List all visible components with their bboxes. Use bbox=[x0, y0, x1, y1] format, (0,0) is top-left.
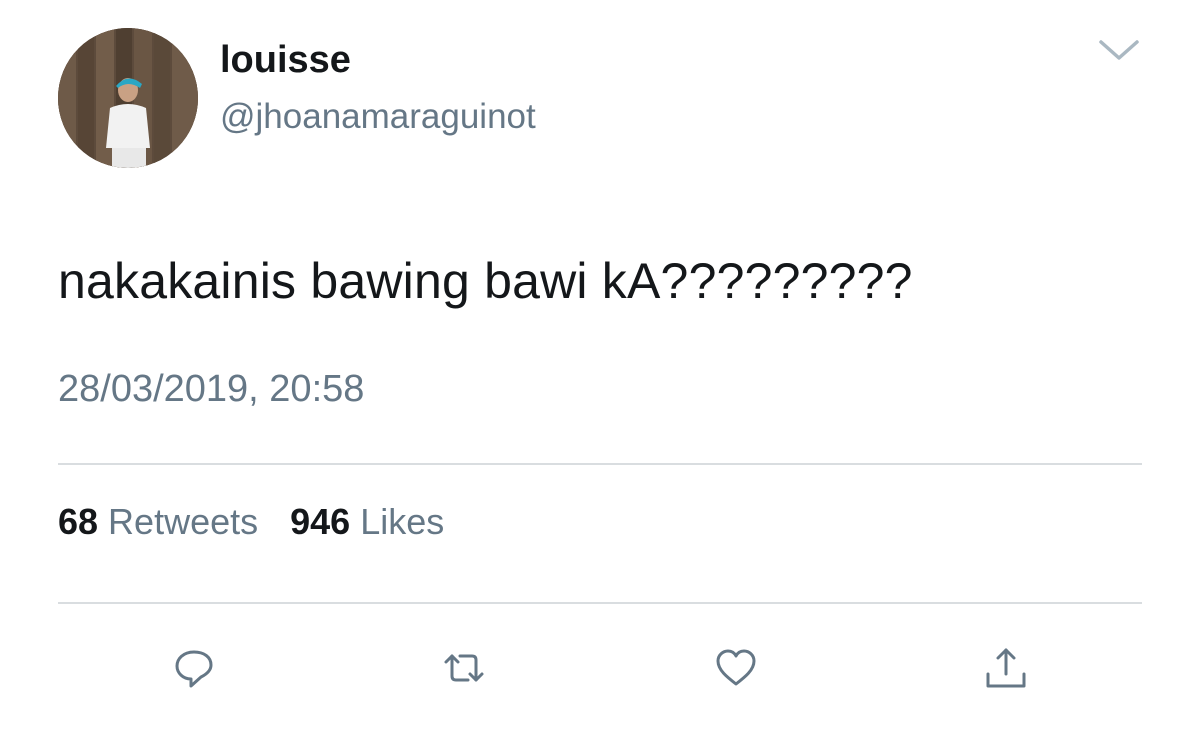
retweets-count: 68 bbox=[58, 501, 99, 542]
heart-icon bbox=[716, 649, 756, 686]
display-name[interactable]: louisse bbox=[220, 38, 351, 82]
share-button[interactable] bbox=[980, 642, 1032, 694]
retweet-button[interactable] bbox=[438, 642, 490, 694]
like-button[interactable] bbox=[710, 642, 762, 694]
retweets-label: Retweets bbox=[108, 501, 259, 542]
chevron-down-icon[interactable] bbox=[1094, 30, 1144, 70]
divider bbox=[58, 463, 1142, 465]
tweet-stats: 68 Retweets 946 Likes bbox=[58, 500, 466, 544]
likes-count: 946 bbox=[290, 501, 351, 542]
likes-stat[interactable]: 946 Likes bbox=[290, 500, 444, 544]
likes-label: Likes bbox=[360, 501, 445, 542]
tweet-timestamp[interactable]: 28/03/2019, 20:58 bbox=[58, 366, 364, 412]
share-icon bbox=[986, 648, 1026, 688]
divider bbox=[58, 602, 1142, 604]
reply-button[interactable] bbox=[168, 642, 220, 694]
avatar[interactable] bbox=[58, 28, 198, 168]
user-handle[interactable]: @jhoanamaraguinot bbox=[220, 96, 536, 138]
tweet-text: nakakainis bawing bawi kA????????? bbox=[58, 253, 913, 309]
avatar-photo bbox=[58, 28, 198, 168]
retweet-icon bbox=[444, 654, 484, 682]
retweets-stat[interactable]: 68 Retweets bbox=[58, 500, 258, 544]
reply-icon bbox=[175, 650, 213, 688]
